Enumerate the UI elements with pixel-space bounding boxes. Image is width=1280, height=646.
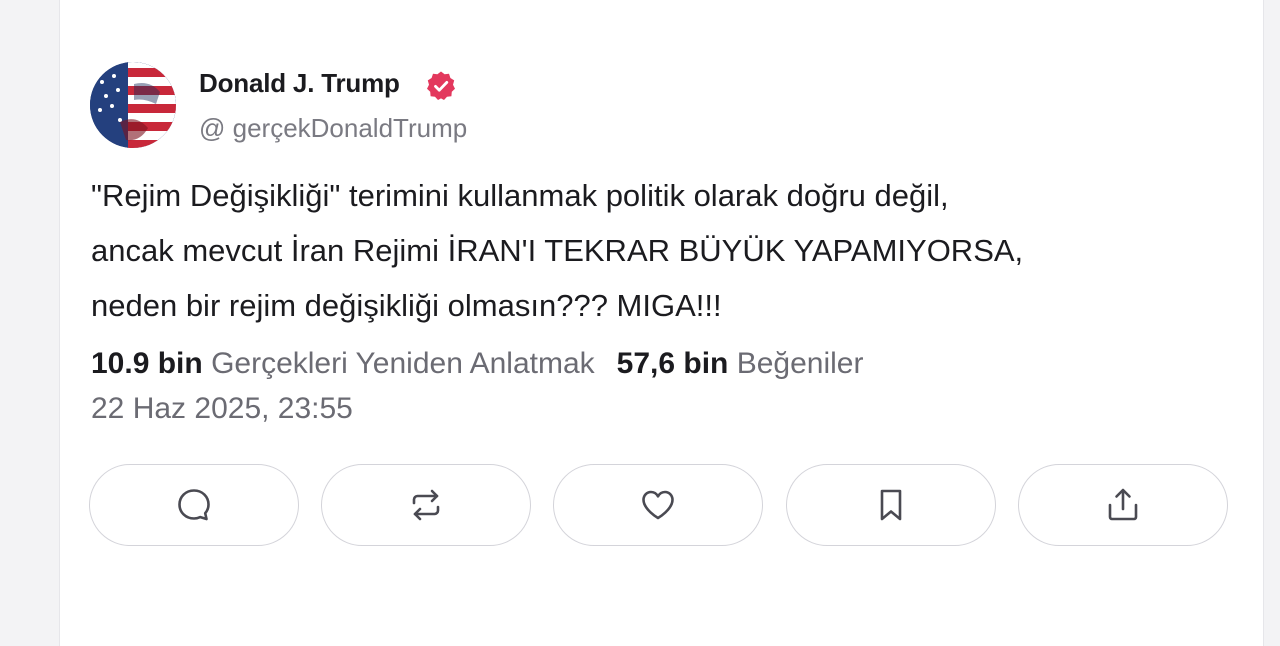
retruths-count[interactable]: 10.9 bin xyxy=(91,347,203,380)
like-button[interactable] xyxy=(553,464,763,546)
post-timestamp[interactable]: 22 Haz 2025, 23:55 xyxy=(91,392,353,426)
comment-icon xyxy=(178,489,210,521)
heart-icon xyxy=(642,490,674,520)
avatar[interactable] xyxy=(90,62,176,148)
reply-button[interactable] xyxy=(89,464,299,546)
post-text-line: ancak mevcut İran Rejimi İRAN'I TEKRAR B… xyxy=(91,233,1024,268)
post-body: "Rejim Değişikliği" terimini kullanmak p… xyxy=(91,168,1211,333)
share-icon xyxy=(1108,488,1138,521)
page: Donald J. Trump @ gerçekDonaldTrump "Rej… xyxy=(0,0,1280,646)
post-stats: 10.9 bin Gerçekleri Yeniden Anlatmak 57,6… xyxy=(91,347,863,381)
author-handle[interactable]: @ gerçekDonaldTrump xyxy=(199,113,467,144)
retruths-label[interactable]: Gerçekleri Yeniden Anlatmak xyxy=(211,347,595,380)
share-button[interactable] xyxy=(1018,464,1228,546)
bookmark-icon xyxy=(880,489,902,521)
verified-badge-icon xyxy=(425,70,457,102)
avatar-image xyxy=(90,62,176,148)
retruth-button[interactable] xyxy=(321,464,531,546)
post-text-line: "Rejim Değişikliği" terimini kullanmak p… xyxy=(91,178,949,213)
post-text-line: neden bir rejim değişikliği olmasın??? M… xyxy=(91,288,722,323)
likes-label[interactable]: Beğeniler xyxy=(737,347,864,380)
bookmark-button[interactable] xyxy=(786,464,996,546)
likes-count[interactable]: 57,6 bin xyxy=(617,347,729,380)
author-display-name[interactable]: Donald J. Trump xyxy=(199,68,400,99)
repost-icon xyxy=(412,489,440,521)
